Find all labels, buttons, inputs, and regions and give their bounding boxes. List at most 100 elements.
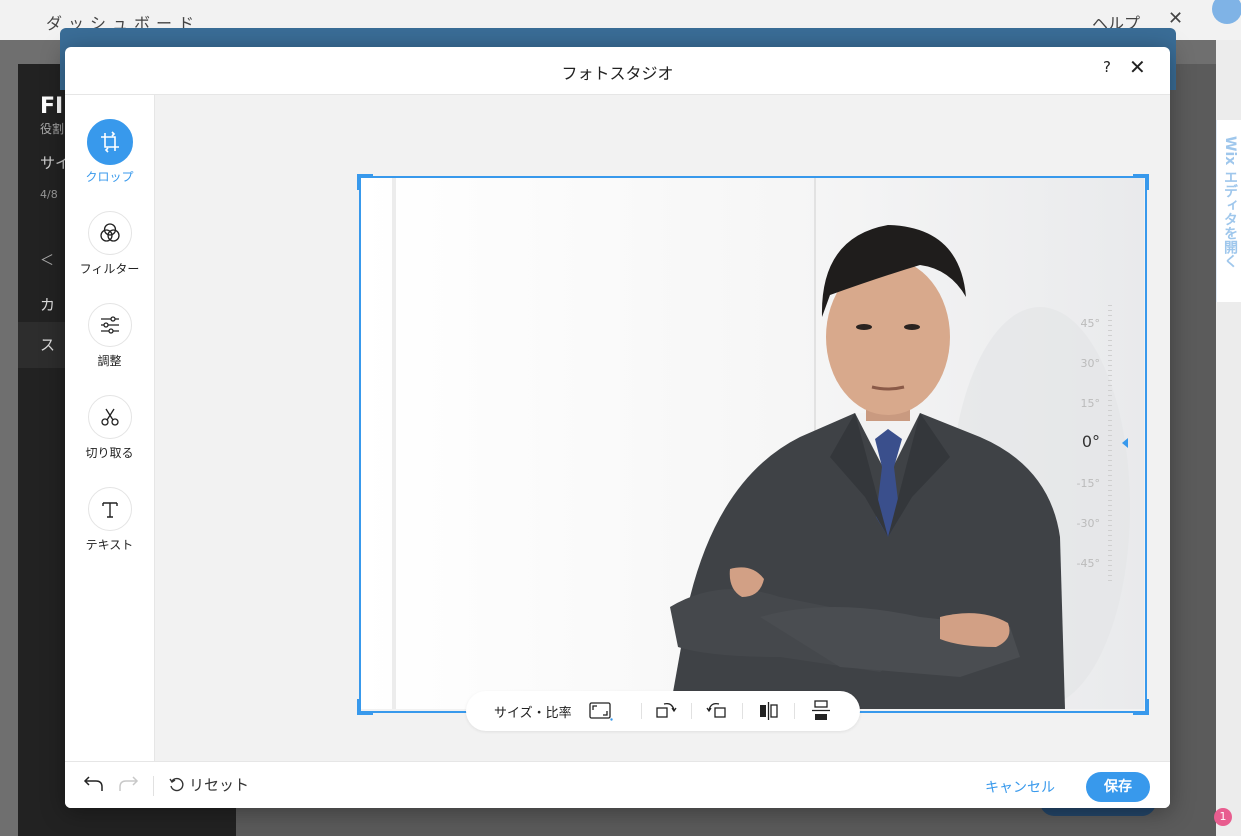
dial-tick xyxy=(1108,410,1112,411)
dial-tick xyxy=(1108,575,1112,576)
sidebar-role: 役割 xyxy=(40,122,65,136)
dial-tick xyxy=(1108,465,1112,466)
notification-badge: 1 xyxy=(1214,808,1232,826)
dial-tick xyxy=(1108,545,1112,546)
dial-tick xyxy=(1108,345,1112,346)
sidebar-back[interactable]: ＜ xyxy=(40,250,54,270)
dial-tick xyxy=(1108,325,1112,326)
sidebar-site-name: FI xyxy=(40,94,64,119)
aspect-ratio-icon xyxy=(589,702,613,721)
photo-illustration xyxy=(360,177,1144,709)
tool-cutout-label: 切り取る xyxy=(85,446,134,460)
tool-adjust-label: 調整 xyxy=(97,354,122,368)
rotate-left-button[interactable] xyxy=(704,699,730,723)
dial-tick xyxy=(1108,490,1112,491)
sidebar-item[interactable]: ス xyxy=(40,334,55,355)
reset-label: リセット xyxy=(189,776,250,794)
text-t-icon xyxy=(88,487,132,531)
undo-icon xyxy=(83,776,103,791)
dial-tick xyxy=(1108,360,1112,361)
toolbar-divider xyxy=(794,703,795,719)
dial-tick xyxy=(1108,570,1112,571)
dial-tick xyxy=(1108,365,1112,366)
avatar[interactable] xyxy=(1212,0,1241,24)
flip-horizontal-button[interactable] xyxy=(756,699,782,723)
dial-label-current: 0° xyxy=(1081,432,1100,451)
sidebar-item[interactable]: カ xyxy=(40,294,55,315)
dial-tick xyxy=(1108,560,1112,561)
undo-button[interactable] xyxy=(83,773,105,797)
tool-rail: クロップ フィルター 調整 切り取る テキスト xyxy=(65,95,155,761)
flip-horizontal-icon xyxy=(760,702,778,720)
tool-cutout[interactable]: 切り取る xyxy=(65,395,154,479)
cancel-button[interactable]: キャンセル xyxy=(985,777,1055,797)
reset-button[interactable]: リセット xyxy=(169,774,249,795)
flip-vertical-icon xyxy=(812,700,830,720)
dial-tick xyxy=(1108,420,1112,421)
dial-tick xyxy=(1108,395,1112,396)
dial-pointer-icon xyxy=(1122,438,1128,448)
rotate-right-button[interactable] xyxy=(654,699,680,723)
dial-tick xyxy=(1108,375,1112,376)
dial-label: -45° xyxy=(1076,557,1100,570)
dial-tick xyxy=(1108,335,1112,336)
tool-filter[interactable]: フィルター xyxy=(65,211,154,295)
dashboard-close-icon[interactable]: ✕ xyxy=(1168,8,1183,29)
dial-tick xyxy=(1108,520,1112,521)
rotation-dial[interactable]: 45° 30° 15° 0° -15° -30° -45° xyxy=(1060,265,1150,585)
footer-divider xyxy=(153,776,154,796)
dial-tick xyxy=(1108,515,1112,516)
tool-crop[interactable]: クロップ xyxy=(65,119,154,203)
filter-circles-icon xyxy=(88,211,132,255)
dial-label: 30° xyxy=(1080,357,1101,370)
redo-button[interactable] xyxy=(117,773,139,797)
dial-tick xyxy=(1108,340,1112,341)
tool-text[interactable]: テキスト xyxy=(65,487,154,571)
dial-tick xyxy=(1108,525,1112,526)
dial-tick xyxy=(1108,385,1112,386)
dial-tick xyxy=(1108,425,1112,426)
rotate-left-icon xyxy=(706,702,726,718)
crop-toolbar: サイズ・比率 xyxy=(466,691,860,731)
dial-tick xyxy=(1108,405,1112,406)
dial-tick xyxy=(1108,435,1112,436)
flip-vertical-button[interactable] xyxy=(808,699,834,723)
dial-tick xyxy=(1108,350,1112,351)
tool-text-label: テキスト xyxy=(85,538,134,552)
modal-title: フォトスタジオ xyxy=(561,64,674,83)
dial-tick xyxy=(1108,530,1112,531)
size-ratio-label: サイズ・比率 xyxy=(494,706,572,721)
dial-tick xyxy=(1108,415,1112,416)
dial-label: 45° xyxy=(1080,317,1101,330)
sliders-icon xyxy=(88,303,132,347)
close-icon[interactable]: ✕ xyxy=(1129,55,1146,79)
dial-tick xyxy=(1108,440,1112,441)
dial-ticks xyxy=(1108,265,1114,581)
dial-tick xyxy=(1108,470,1112,471)
modal-footer: リセット キャンセル 保存 xyxy=(65,761,1170,808)
tool-adjust[interactable]: 調整 xyxy=(65,303,154,387)
redo-icon xyxy=(119,776,139,791)
dial-tick xyxy=(1108,480,1112,481)
dial-tick xyxy=(1108,310,1112,311)
toolbar-divider xyxy=(691,703,692,719)
dial-tick xyxy=(1108,495,1112,496)
help-button[interactable]: ? xyxy=(1103,58,1111,76)
dial-tick xyxy=(1108,500,1112,501)
dial-tick xyxy=(1108,540,1112,541)
size-ratio-button[interactable]: サイズ・比率 xyxy=(466,691,641,731)
dial-tick xyxy=(1108,400,1112,401)
dial-tick xyxy=(1108,445,1112,446)
dial-tick xyxy=(1108,355,1112,356)
save-button[interactable]: 保存 xyxy=(1086,772,1150,802)
editor-canvas: 45° 30° 15° 0° -15° -30° -45° サイズ・比率 xyxy=(155,95,1170,761)
modal-header: フォトスタジオ ? ✕ xyxy=(65,47,1170,95)
dial-tick xyxy=(1108,485,1112,486)
dial-tick xyxy=(1108,390,1112,391)
editor-tab-label: Wix エディタを開く xyxy=(1222,136,1238,269)
dial-tick xyxy=(1108,330,1112,331)
dial-tick xyxy=(1108,430,1112,431)
dial-tick xyxy=(1108,475,1112,476)
dial-tick xyxy=(1108,535,1112,536)
toolbar-divider xyxy=(641,703,642,719)
